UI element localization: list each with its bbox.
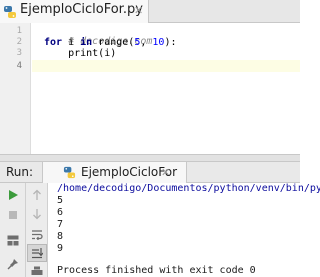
scroll-to-end-icon [32,248,43,259]
code-keyword: in [80,37,93,48]
console-command-line: /home/decodigo/Documentos/python/venv/bi… [57,183,320,194]
code-text: ): [164,37,177,48]
run-tab-ejemplociclofor[interactable]: EjemploCicloFor ✕ [42,162,187,183]
stop-icon [9,211,17,219]
next-occurrence-button[interactable] [27,205,47,223]
python-file-icon [4,6,16,18]
run-left-toolbar [0,183,26,277]
run-console-toolbar [26,183,48,277]
down-arrow-icon [33,209,41,220]
code-text: , [140,37,153,48]
print-button[interactable] [27,263,47,277]
layout-icon [7,235,19,245]
line-number-gutter: 1 2 3 4 [0,23,31,154]
editor-tab-label: EjemploCicloFor.py [20,2,143,17]
console-output-line: 8 [57,231,64,242]
line-number: 2 [16,37,22,47]
line-number: 3 [16,48,22,58]
code-editor[interactable]: 1 2 3 4 # decodigo.com for i in range(5,… [0,23,300,154]
soft-wrap-icon [32,229,43,240]
run-panel-title: Run: [6,165,34,179]
run-icon [9,190,18,200]
run-tool-window-header: Run: EjemploCicloFor ✕ [0,162,300,183]
code-text: i [62,37,81,48]
scroll-to-end-button[interactable] [27,244,47,262]
panel-splitter[interactable] [0,154,300,162]
print-icon [31,266,43,275]
editor-tab-bar: EjemploCicloFor.py ✕ [0,0,300,23]
close-icon[interactable]: ✕ [134,4,143,17]
python-file-icon [63,166,76,179]
code-line-3: print(i) [44,48,117,59]
line-number: 4 [16,61,22,71]
console-output-line: 5 [57,195,64,206]
current-line-highlight [32,60,300,72]
line-number: 1 [16,26,22,36]
up-arrow-icon [33,189,41,200]
code-text: range( [92,37,135,48]
console-output-line: 7 [57,219,64,230]
pin-tab-button[interactable] [3,255,23,273]
restore-layout-button[interactable] [3,231,23,249]
rerun-button[interactable] [3,186,23,204]
stop-button[interactable] [3,206,23,224]
run-tool-window: /home/decodigo/Documentos/python/venv/bi… [0,183,320,277]
pin-icon [7,259,18,270]
code-keyword: for [44,37,63,48]
editor-tab-ejemplociclofor[interactable]: EjemploCicloFor.py ✕ [0,0,149,23]
console-output-line: 6 [57,207,64,218]
console-output-line: 9 [57,243,64,254]
console-exit-message: Process finished with exit code 0 [57,265,256,276]
soft-wrap-button[interactable] [27,225,47,243]
code-number: 10 [152,37,165,48]
previous-occurrence-button[interactable] [27,186,47,204]
close-icon[interactable]: ✕ [161,166,170,179]
code-line-2: for i in range(5, 10): [44,37,177,48]
